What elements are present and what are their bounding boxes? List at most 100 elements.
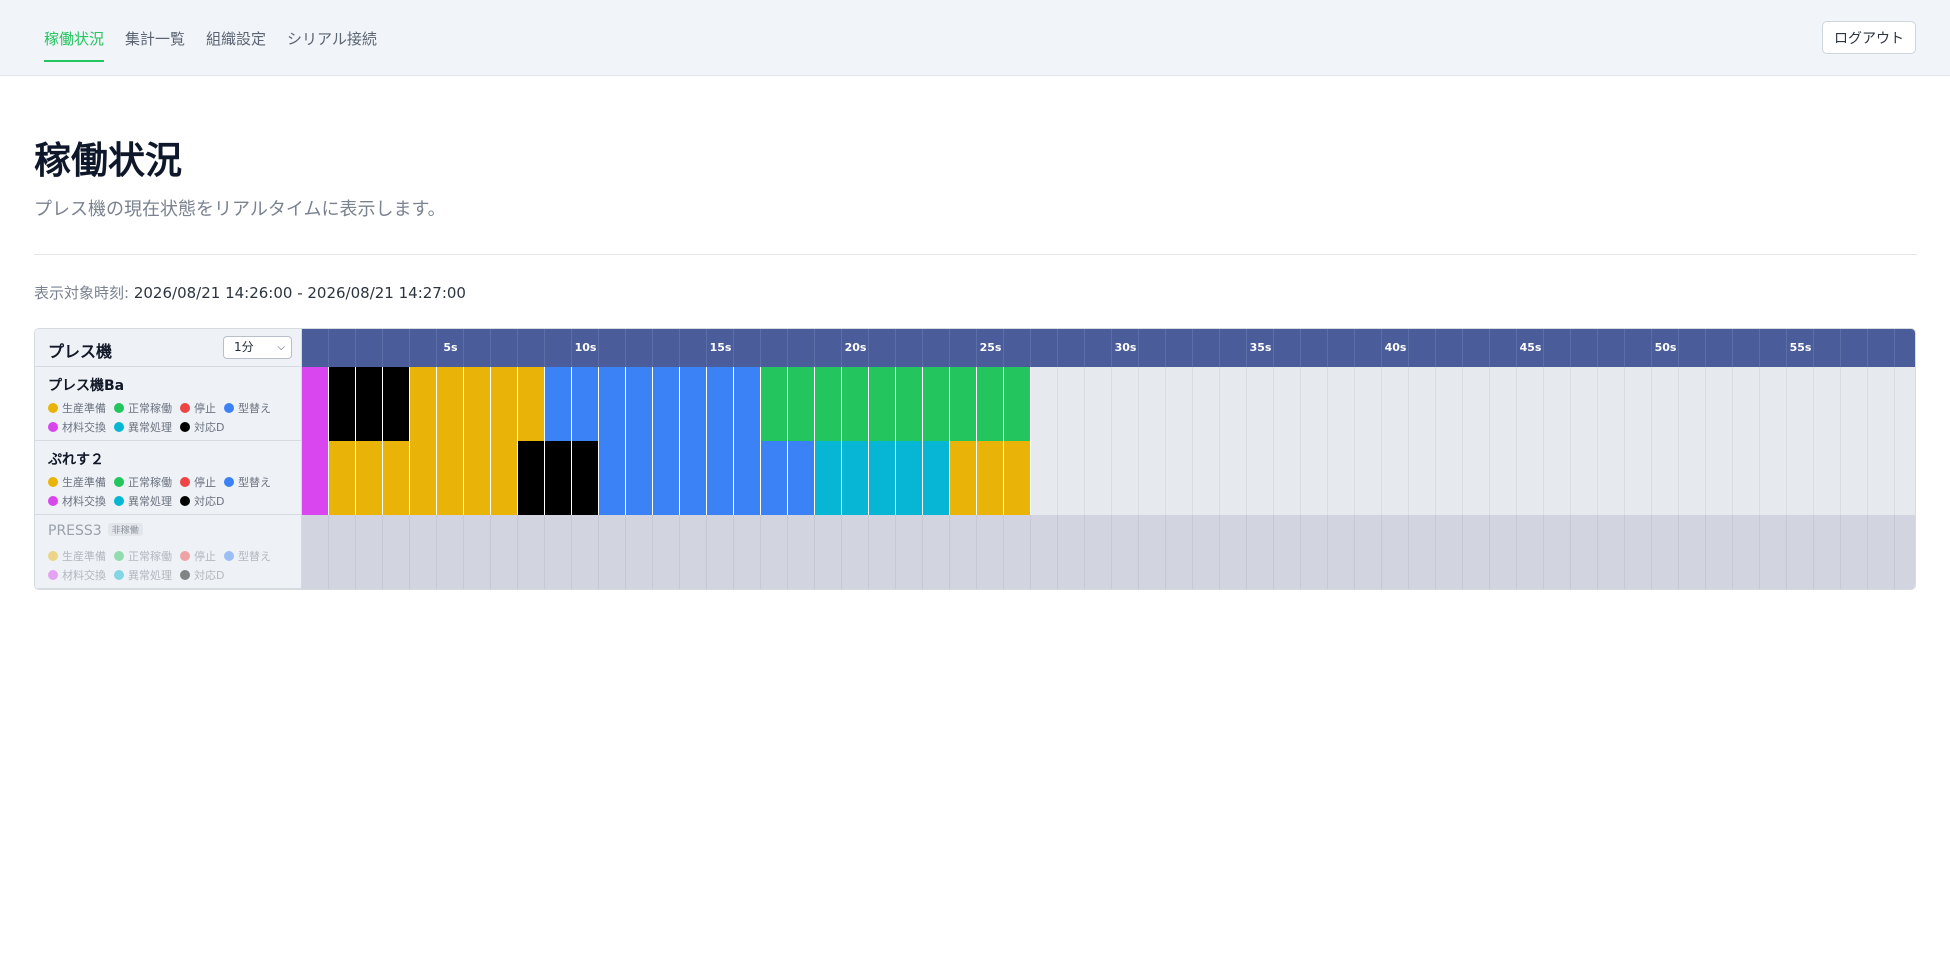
status-cell-normal [869,367,896,441]
status-cell-empty [1058,441,1085,515]
status-cell-empty [734,515,761,589]
page-title: 稼働状況 [34,139,182,182]
status-cell-change [761,441,788,515]
status-cell-empty [410,515,437,589]
timeline-cell [923,329,950,367]
board-title: プレス機 [48,342,113,361]
legend-label: 材料交換 [62,569,106,582]
status-cell-empty [356,515,383,589]
legend-item-response: 対応D [180,567,224,583]
status-cell-empty [1247,441,1274,515]
legend-label: 生産準備 [62,550,106,563]
timeline-label: 5s [443,341,458,354]
status-cell-empty [1679,441,1706,515]
status-cell-empty [1490,441,1517,515]
status-cell-empty [1679,367,1706,441]
status-cell-normal [788,367,815,441]
status-cell-empty [1166,367,1193,441]
status-cell-empty [1301,515,1328,589]
status-cell-empty [1733,441,1760,515]
machine-name: プレス機Ba [48,375,124,395]
status-cell-empty [842,515,869,589]
legend-item-stop: 停止 [180,548,216,564]
status-cell-empty [1058,515,1085,589]
status-cell-empty [1139,515,1166,589]
timeline-cell [1706,329,1733,367]
legend-dot-icon [224,551,234,561]
status-cell-empty [1328,441,1355,515]
range-label: 表示対象時刻: [34,284,130,302]
status-cell-empty [437,515,464,589]
status-cell-empty [977,515,1004,589]
status-cell-empty [518,515,545,589]
status-cell-empty [1220,367,1247,441]
status-cell-normal [896,367,923,441]
status-cell-empty [1895,367,1915,441]
status-cell-empty [1598,367,1625,441]
status-cell-normal [815,367,842,441]
status-cell-empty [1814,367,1841,441]
status-cell-prep [329,441,356,515]
status-cell-empty [1031,367,1058,441]
logout-button[interactable]: ログアウト [1822,21,1916,54]
legend-label: 対応D [194,569,225,582]
period-select[interactable]: 1分 ⌵ [223,336,292,359]
timeline-label: 10s [574,341,597,354]
status-cell-empty [1058,367,1085,441]
timeline-cell [1571,329,1598,367]
status-cell-prep [356,441,383,515]
nav-item-2[interactable]: 組織設定 [206,0,266,76]
legend-dot-icon [48,403,58,413]
legend-label: 生産準備 [62,402,106,415]
status-cell-empty [545,515,572,589]
machine-name: ぷれす２ [48,449,104,469]
status-cell-empty [1571,367,1598,441]
status-cell-empty [1544,367,1571,441]
timeline-cell [626,329,653,367]
timeline-label: 45s [1519,341,1542,354]
status-cell-abnormal [923,441,950,515]
status-cell-empty [1814,441,1841,515]
legend-item-material: 材料交換 [48,567,106,583]
legend-dot-icon [48,570,58,580]
nav-item-1[interactable]: 集計一覧 [125,0,185,76]
status-cell-empty [1409,367,1436,441]
nav-item-3[interactable]: シリアル接続 [287,0,377,76]
status-cell-normal [923,367,950,441]
timeline-cell [1166,329,1193,367]
status-cell-empty [1598,441,1625,515]
status-cell-empty [1463,515,1490,589]
status-cell-empty [1382,367,1409,441]
timeline-cell [761,329,788,367]
legend-label: 停止 [194,402,216,415]
status-cell-empty [1868,441,1895,515]
legend-label: 停止 [194,550,216,563]
board-header: プレス機 1分 ⌵ [35,329,302,367]
status-cell-empty [1706,441,1733,515]
status-cell-empty [1517,441,1544,515]
status-cell-empty [869,515,896,589]
status-cell-empty [815,515,842,589]
timeline-cell [788,329,815,367]
machine-status-timeline [302,515,1915,589]
status-cell-empty [1220,441,1247,515]
status-cell-empty [1247,515,1274,589]
period-value: 1分 [234,340,254,354]
timeline-cell [1868,329,1895,367]
nav-item-0[interactable]: 稼働状況 [44,0,105,76]
machine-name-text: プレス機Ba [48,378,125,394]
status-legend: 生産準備 正常稼働 停止 型替え [48,474,298,490]
status-cell-normal [950,367,977,441]
page-subtitle: プレス機の現在状態をリアルタイムに表示します。 [34,199,446,220]
status-cell-prep [437,441,464,515]
status-cell-change [707,367,734,441]
legend-item-abnormal: 異常処理 [114,493,172,509]
legend-item-material: 材料交換 [48,493,106,509]
status-legend: 生産準備 正常稼働 停止 型替え [48,548,298,564]
status-cell-empty [1436,367,1463,441]
legend-label: 停止 [194,476,216,489]
status-cell-empty [626,515,653,589]
status-cell-change [734,441,761,515]
machine-name-text: ぷれす２ [48,452,104,468]
legend-dot-icon [114,551,124,561]
